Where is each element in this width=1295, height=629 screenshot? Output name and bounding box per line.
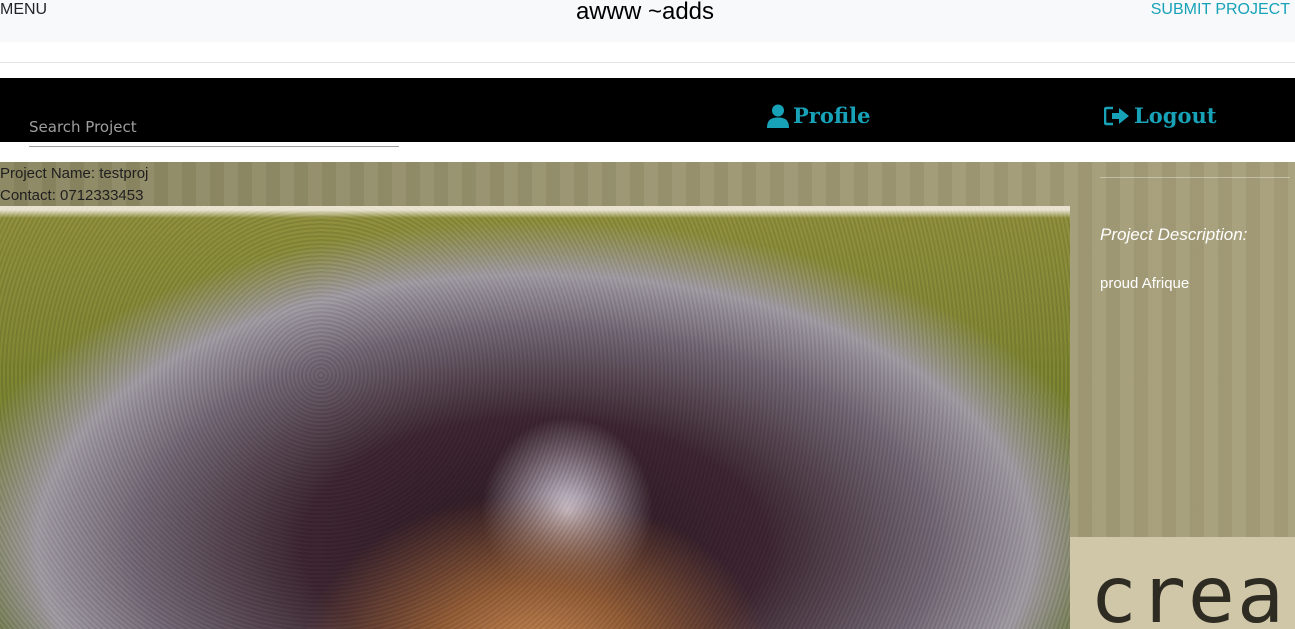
profile-link[interactable]: Profile: [767, 103, 870, 128]
description-text: proud Afrique: [1100, 275, 1190, 292]
divider: [0, 62, 1295, 63]
menu-link[interactable]: MENU: [0, 1, 47, 19]
profile-label: Profile: [793, 103, 871, 128]
background-text: crea: [1090, 551, 1286, 629]
project-contact: Contact: 0712333453: [0, 187, 144, 204]
user-icon: [767, 104, 789, 128]
project-content: Project Name: testproj Contact: 07123334…: [0, 162, 1295, 629]
logout-label: Logout: [1134, 103, 1217, 128]
top-header: MENU awww ~adds SUBMIT PROJECT: [0, 0, 1295, 42]
site-brand[interactable]: awww ~adds: [576, 0, 714, 25]
description-heading: Project Description:: [1100, 225, 1248, 244]
submit-project-link[interactable]: SUBMIT PROJECT: [1151, 1, 1290, 19]
project-image[interactable]: [0, 206, 1070, 629]
brand-container: awww ~adds: [0, 0, 1290, 26]
sidebar-divider: [1100, 177, 1290, 178]
search-input[interactable]: [29, 106, 399, 147]
project-name: Project Name: testproj: [0, 165, 149, 182]
sign-out-icon: [1104, 106, 1129, 125]
logout-link[interactable]: Logout: [1104, 103, 1216, 128]
